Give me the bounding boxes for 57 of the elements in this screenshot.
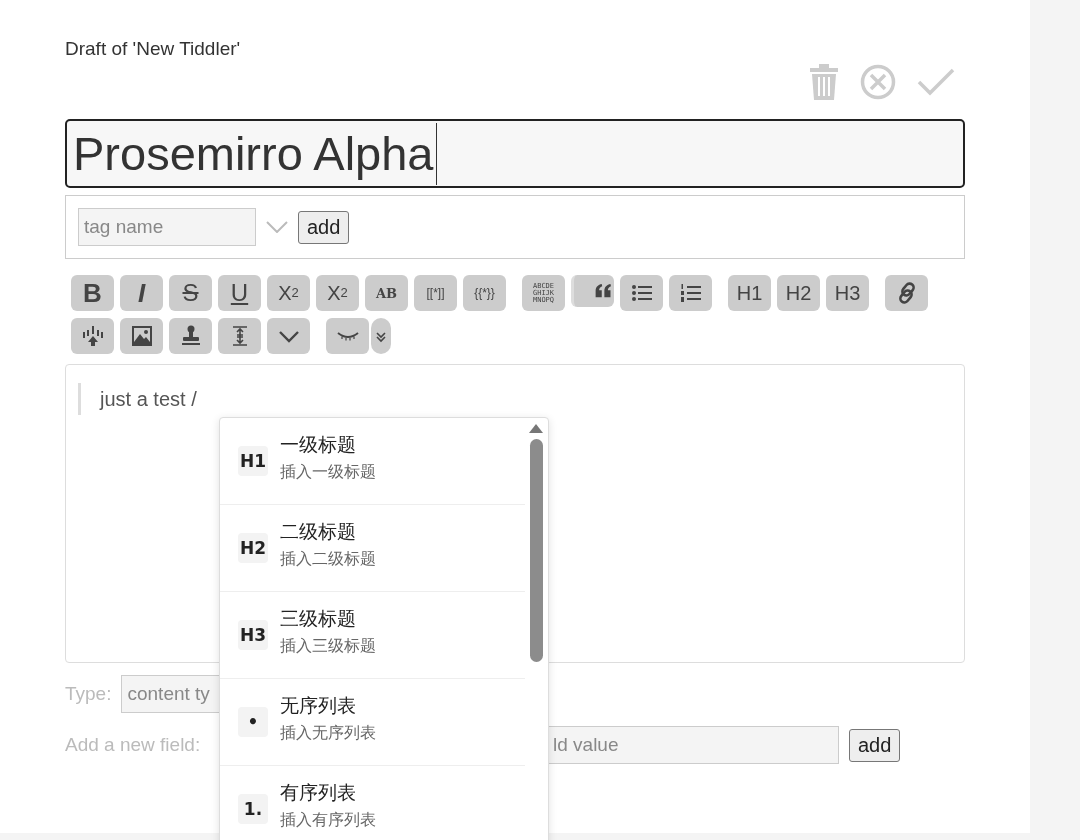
menu-item[interactable]: H1 一级标题 插入一级标题 (220, 418, 525, 505)
item-title: 二级标题 (280, 518, 357, 544)
menu-item[interactable]: H2 二级标题 插入二级标题 (220, 505, 525, 592)
toolbar-button[interactable] (669, 275, 712, 311)
item-subtitle: 插入三级标题 (280, 635, 376, 657)
toolbar-button[interactable] (326, 318, 369, 354)
format-button[interactable]: H3 (826, 275, 869, 311)
toolbar-button[interactable] (371, 318, 391, 354)
menu-item[interactable]: • 无序列表 插入无序列表 (220, 679, 525, 766)
format-button[interactable]: AB (365, 275, 408, 311)
item-title: 有序列表 (280, 779, 357, 805)
toolbar-button[interactable] (571, 275, 614, 307)
toolbar-button[interactable] (620, 275, 663, 311)
closed-eye-icon (335, 331, 360, 341)
item-subtitle: 插入二级标题 (280, 548, 376, 570)
tag-name-field[interactable]: tag name (78, 208, 256, 246)
double-chevron-icon (375, 329, 387, 343)
toolbar-button[interactable] (218, 318, 261, 354)
item-subtitle: 插入无序列表 (280, 722, 376, 744)
format-button[interactable]: I (120, 275, 163, 311)
toolbar-button[interactable] (169, 318, 212, 354)
toolbar-button[interactable] (71, 318, 114, 354)
format-button[interactable]: B (71, 275, 114, 311)
format-button[interactable]: {{*}} (463, 275, 506, 311)
excise-icon (80, 324, 105, 348)
format-button[interactable]: U (218, 275, 261, 311)
numbered-list-icon (678, 281, 703, 305)
format-button[interactable]: S (169, 275, 212, 311)
scroll-up-icon[interactable] (529, 424, 543, 433)
format-button[interactable]: H1 (728, 275, 771, 311)
title-field[interactable]: Prosemirro Alpha (65, 119, 965, 188)
item-title: 无序列表 (280, 692, 357, 718)
menu-item[interactable]: H3 三级标题 插入三级标题 (220, 592, 525, 679)
format-button[interactable]: H2 (777, 275, 820, 311)
editor-text: just a test / (100, 387, 197, 411)
add-tag-button[interactable]: add (298, 210, 350, 244)
format-button[interactable]: [[*]] (414, 275, 457, 311)
toolbar-button[interactable] (885, 275, 928, 311)
field-value-field[interactable]: ld value (549, 726, 839, 764)
item-subtitle: 插入一级标题 (280, 461, 376, 483)
item-subtitle: 插入有序列表 (280, 809, 376, 831)
add-field-button[interactable]: add (849, 728, 901, 762)
item-title: 三级标题 (280, 605, 357, 631)
item-badge: 1. (238, 794, 268, 824)
image-icon (129, 324, 154, 348)
item-badge: • (238, 707, 268, 737)
toolbar-button[interactable] (267, 318, 310, 354)
item-title: 一级标题 (280, 431, 357, 457)
item-badge: H3 (238, 620, 268, 650)
draft-label: Draft of 'New Tiddler' (65, 38, 242, 61)
new-field-label: Add a new field: (65, 734, 202, 756)
item-badge: H1 (238, 446, 268, 476)
type-label: Type: (65, 683, 112, 705)
menu-item[interactable]: 1. 有序列表 插入有序列表 (220, 766, 525, 840)
scrollbar-thumb[interactable] (529, 439, 543, 662)
toolbar-button[interactable] (120, 318, 163, 354)
item-badge: H2 (238, 533, 268, 563)
